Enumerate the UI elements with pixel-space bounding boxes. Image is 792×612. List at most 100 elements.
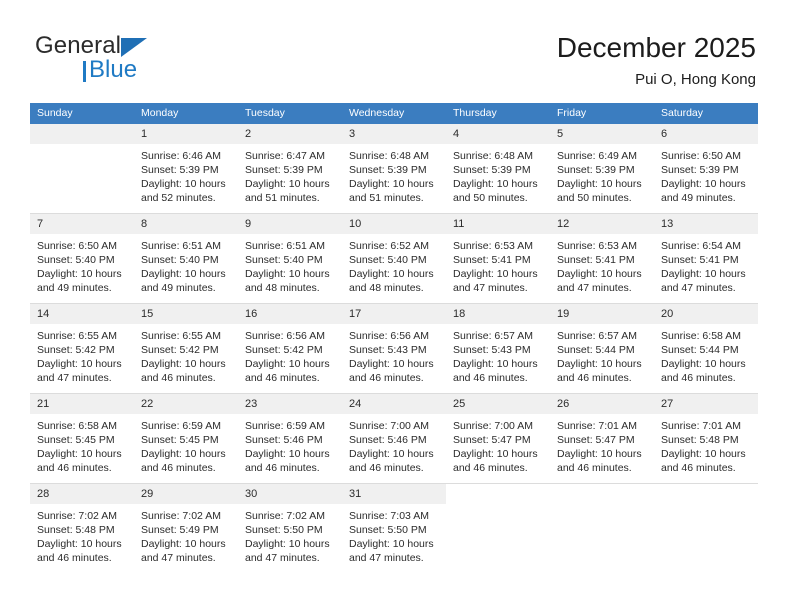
general-blue-logo[interactable]: General Blue [35, 34, 285, 90]
calendar-day-cell[interactable]: 15 Sunrise: 6:55 AM Sunset: 5:42 PM Dayligh… [134, 303, 238, 394]
daylight-text: Daylight: 10 hours and 46 minutes. [661, 448, 746, 474]
calendar-day-cell[interactable]: 19 Sunrise: 6:57 AM Sunset: 5:44 PM Dayligh… [550, 303, 654, 394]
day-number: 18 [446, 304, 550, 324]
sunset-text: Sunset: 5:39 PM [349, 164, 427, 176]
daylight-text: Daylight: 10 hours and 50 minutes. [557, 178, 642, 204]
calendar-day-cell[interactable]: 24 Sunrise: 7:00 AM Sunset: 5:46 PM Dayligh… [342, 393, 446, 484]
calendar-day-cell[interactable]: 16 Sunrise: 6:56 AM Sunset: 5:42 PM Dayligh… [238, 303, 342, 394]
calendar-day-cell[interactable]: 4 Sunrise: 6:48 AM Sunset: 5:39 PM Daylight… [446, 124, 550, 214]
day-number [30, 124, 134, 144]
calendar-day-cell[interactable]: 18 Sunrise: 6:57 AM Sunset: 5:43 PM Dayligh… [446, 303, 550, 394]
calendar-day-cell[interactable]: 17 Sunrise: 6:56 AM Sunset: 5:43 PM Dayligh… [342, 303, 446, 394]
calendar-day-cell[interactable]: 10 Sunrise: 6:52 AM Sunset: 5:40 PM Dayligh… [342, 213, 446, 304]
sunset-text: Sunset: 5:42 PM [245, 344, 323, 356]
daylight-text: Daylight: 10 hours and 46 minutes. [453, 448, 538, 474]
calendar-day-cell[interactable]: 14 Sunrise: 6:55 AM Sunset: 5:42 PM Dayligh… [30, 303, 134, 394]
daylight-text: Daylight: 10 hours and 46 minutes. [37, 448, 122, 474]
calendar-day-cell[interactable]: 31 Sunrise: 7:03 AM Sunset: 5:50 PM Dayligh… [342, 483, 446, 573]
calendar-day-cell[interactable]: 5 Sunrise: 6:49 AM Sunset: 5:39 PM Daylight… [550, 124, 654, 214]
calendar-week-row: 1 Sunrise: 6:46 AM Sunset: 5:39 PM Daylight… [30, 124, 758, 214]
calendar-day-cell[interactable]: 30 Sunrise: 7:02 AM Sunset: 5:50 PM Dayligh… [238, 483, 342, 573]
calendar-day-cell[interactable]: 11 Sunrise: 6:53 AM Sunset: 5:41 PM Dayligh… [446, 213, 550, 304]
day-number: 22 [134, 394, 238, 414]
sunset-text: Sunset: 5:41 PM [453, 254, 531, 266]
sunset-text: Sunset: 5:39 PM [453, 164, 531, 176]
daylight-text: Daylight: 10 hours and 46 minutes. [453, 358, 538, 384]
sunrise-text: Sunrise: 7:00 AM [453, 420, 533, 432]
daylight-text: Daylight: 10 hours and 47 minutes. [141, 538, 226, 564]
day-number: 2 [238, 124, 342, 144]
daylight-text: Daylight: 10 hours and 46 minutes. [245, 448, 330, 474]
sunset-text: Sunset: 5:39 PM [557, 164, 635, 176]
day-number: 23 [238, 394, 342, 414]
day-details: Sunrise: 6:50 AM Sunset: 5:39 PM Daylight:… [654, 144, 758, 205]
sunrise-text: Sunrise: 6:50 AM [37, 240, 117, 252]
day-number: 29 [134, 484, 238, 504]
sunrise-text: Sunrise: 6:57 AM [453, 330, 533, 342]
calendar-week-row: 21 Sunrise: 6:58 AM Sunset: 5:45 PM Dayligh… [30, 393, 758, 484]
calendar-day-cell[interactable]: 21 Sunrise: 6:58 AM Sunset: 5:45 PM Dayligh… [30, 393, 134, 484]
day-details: Sunrise: 6:55 AM Sunset: 5:42 PM Daylight:… [30, 324, 134, 385]
sunset-text: Sunset: 5:42 PM [37, 344, 115, 356]
sunrise-text: Sunrise: 7:03 AM [349, 510, 429, 522]
daylight-text: Daylight: 10 hours and 50 minutes. [453, 178, 538, 204]
day-number: 13 [654, 214, 758, 234]
day-number: 24 [342, 394, 446, 414]
daylight-text: Daylight: 10 hours and 46 minutes. [661, 358, 746, 384]
calendar-day-cell[interactable]: 29 Sunrise: 7:02 AM Sunset: 5:49 PM Dayligh… [134, 483, 238, 573]
sunset-text: Sunset: 5:43 PM [349, 344, 427, 356]
day-number: 15 [134, 304, 238, 324]
calendar-page: General Blue December 2025 Pui O, Hong K… [0, 0, 792, 612]
day-details: Sunrise: 6:48 AM Sunset: 5:39 PM Daylight:… [446, 144, 550, 205]
sunrise-text: Sunrise: 6:56 AM [245, 330, 325, 342]
calendar-day-cell[interactable]: 3 Sunrise: 6:48 AM Sunset: 5:39 PM Daylight… [342, 124, 446, 214]
weekday-header-friday: Friday [550, 103, 654, 124]
calendar-day-cell[interactable]: 26 Sunrise: 7:01 AM Sunset: 5:47 PM Dayligh… [550, 393, 654, 484]
sunrise-text: Sunrise: 7:02 AM [141, 510, 221, 522]
day-number: 1 [134, 124, 238, 144]
weekday-header-tuesday: Tuesday [238, 103, 342, 124]
calendar-day-cell[interactable]: 8 Sunrise: 6:51 AM Sunset: 5:40 PM Daylight… [134, 213, 238, 304]
calendar-day-cell[interactable]: 28 Sunrise: 7:02 AM Sunset: 5:48 PM Dayligh… [30, 483, 134, 573]
sunset-text: Sunset: 5:50 PM [245, 524, 323, 536]
day-details: Sunrise: 6:58 AM Sunset: 5:44 PM Daylight:… [654, 324, 758, 385]
calendar-day-cell[interactable]: 23 Sunrise: 6:59 AM Sunset: 5:46 PM Dayligh… [238, 393, 342, 484]
calendar-day-cell[interactable]: 12 Sunrise: 6:53 AM Sunset: 5:41 PM Dayligh… [550, 213, 654, 304]
calendar-day-cell[interactable]: 1 Sunrise: 6:46 AM Sunset: 5:39 PM Daylight… [134, 124, 238, 214]
day-number: 30 [238, 484, 342, 504]
day-number: 12 [550, 214, 654, 234]
logo-text-general: General [35, 32, 122, 59]
sunset-text: Sunset: 5:45 PM [37, 434, 115, 446]
day-details: Sunrise: 6:48 AM Sunset: 5:39 PM Daylight:… [342, 144, 446, 205]
sunset-text: Sunset: 5:48 PM [37, 524, 115, 536]
calendar-day-cell[interactable]: 20 Sunrise: 6:58 AM Sunset: 5:44 PM Dayligh… [654, 303, 758, 394]
calendar-day-cell[interactable]: 2 Sunrise: 6:47 AM Sunset: 5:39 PM Daylight… [238, 124, 342, 214]
calendar-day-cell[interactable]: 22 Sunrise: 6:59 AM Sunset: 5:45 PM Dayligh… [134, 393, 238, 484]
day-details: Sunrise: 6:57 AM Sunset: 5:43 PM Daylight:… [446, 324, 550, 385]
day-number: 6 [654, 124, 758, 144]
daylight-text: Daylight: 10 hours and 47 minutes. [37, 358, 122, 384]
calendar-day-cell[interactable]: 9 Sunrise: 6:51 AM Sunset: 5:40 PM Daylight… [238, 213, 342, 304]
sunrise-text: Sunrise: 6:51 AM [245, 240, 325, 252]
daylight-text: Daylight: 10 hours and 46 minutes. [557, 448, 642, 474]
day-details: Sunrise: 6:51 AM Sunset: 5:40 PM Daylight:… [238, 234, 342, 295]
day-details: Sunrise: 7:00 AM Sunset: 5:47 PM Daylight:… [446, 414, 550, 475]
sunset-text: Sunset: 5:40 PM [245, 254, 323, 266]
day-details: Sunrise: 7:01 AM Sunset: 5:48 PM Daylight:… [654, 414, 758, 475]
daylight-text: Daylight: 10 hours and 47 minutes. [245, 538, 330, 564]
sunrise-text: Sunrise: 6:46 AM [141, 150, 221, 162]
calendar-day-cell[interactable]: 25 Sunrise: 7:00 AM Sunset: 5:47 PM Dayligh… [446, 393, 550, 484]
sunset-text: Sunset: 5:49 PM [141, 524, 219, 536]
day-number: 4 [446, 124, 550, 144]
calendar-day-cell[interactable]: 7 Sunrise: 6:50 AM Sunset: 5:40 PM Daylight… [30, 213, 134, 304]
calendar-grid: Sunday Monday Tuesday Wednesday Thursday… [30, 103, 758, 573]
day-details: Sunrise: 7:02 AM Sunset: 5:49 PM Daylight:… [134, 504, 238, 565]
day-details: Sunrise: 6:47 AM Sunset: 5:39 PM Daylight:… [238, 144, 342, 205]
daylight-text: Daylight: 10 hours and 46 minutes. [141, 448, 226, 474]
day-details: Sunrise: 6:53 AM Sunset: 5:41 PM Daylight:… [550, 234, 654, 295]
calendar-day-cell[interactable]: 27 Sunrise: 7:01 AM Sunset: 5:48 PM Dayligh… [654, 393, 758, 484]
sunset-text: Sunset: 5:39 PM [661, 164, 739, 176]
sunset-text: Sunset: 5:44 PM [661, 344, 739, 356]
calendar-day-cell[interactable]: 6 Sunrise: 6:50 AM Sunset: 5:39 PM Daylight… [654, 124, 758, 214]
calendar-day-cell[interactable]: 13 Sunrise: 6:54 AM Sunset: 5:41 PM Dayligh… [654, 213, 758, 304]
